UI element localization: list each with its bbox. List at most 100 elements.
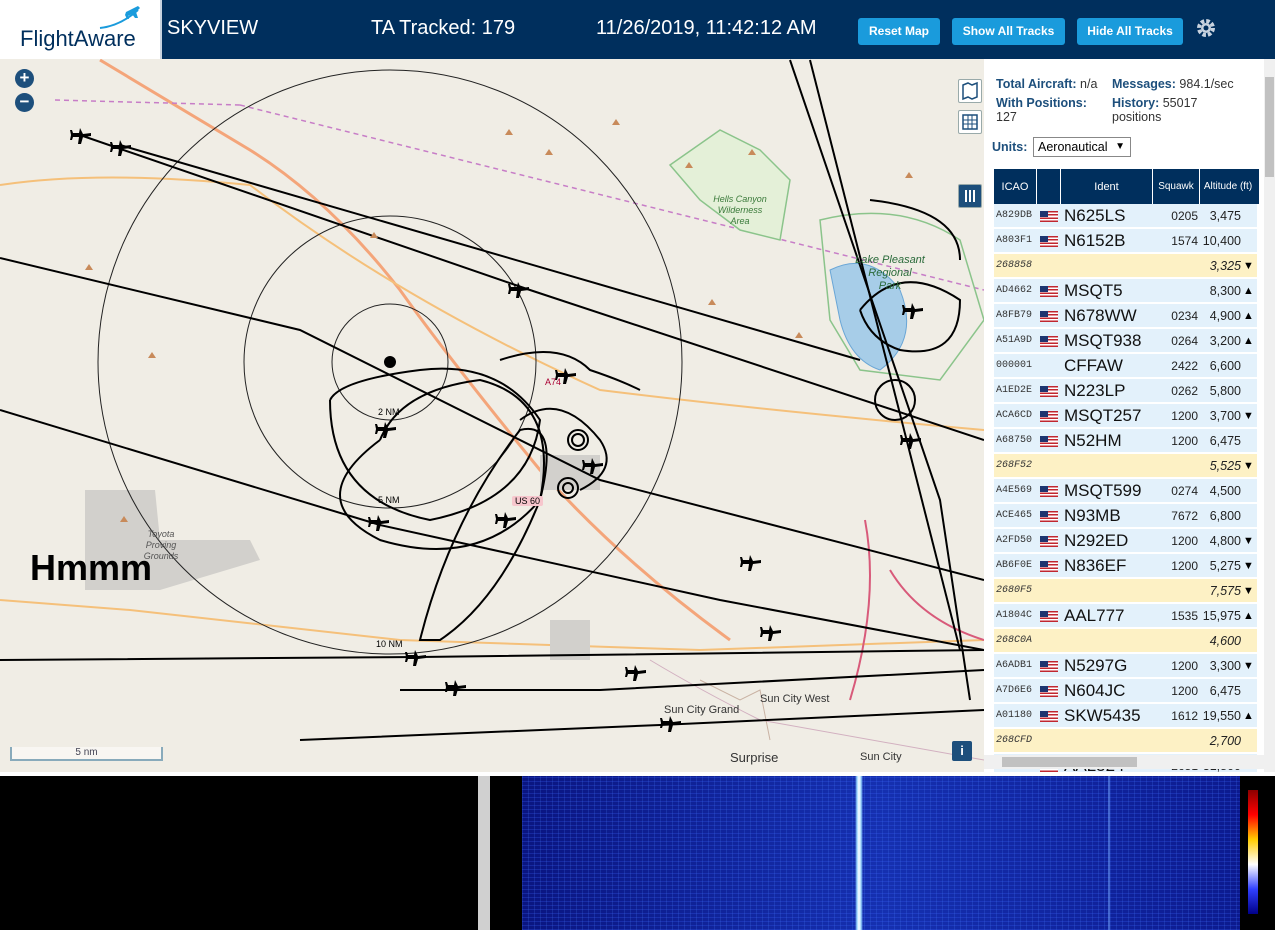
us60-shield: US 60 (512, 496, 544, 506)
table-row[interactable]: A8FB79 N678WW 0234 4,900 ▲ (994, 304, 1257, 328)
horizontal-scroll-thumb[interactable] (1002, 757, 1137, 767)
altitude-cell: 3,200 (1209, 334, 1241, 348)
us-flag-icon (1040, 661, 1058, 672)
icao-cell: 2680F5 (996, 585, 1033, 596)
altitude-cell: 2,700 (1209, 734, 1241, 748)
ident-cell: N625LS (1064, 206, 1126, 225)
map-layers-button[interactable] (958, 79, 982, 103)
table-row[interactable]: AD4662 MSQT5 8,300 ▲ (994, 279, 1257, 303)
table-row[interactable]: ACA6CD MSQT257 1200 3,700 ▼ (994, 404, 1257, 428)
table-row[interactable]: AB6F0E N836EF 1200 5,275 ▼ (994, 554, 1257, 578)
ident-cell: MSQT257 (1064, 406, 1142, 425)
col-header-squawk[interactable]: Squawk (1153, 169, 1200, 204)
altitude-trend-icon: ▲ (1243, 310, 1254, 322)
ring-label-5nm: 5 NM (378, 495, 400, 505)
zoom-in-button[interactable]: + (15, 69, 34, 88)
plane-logo-icon (99, 6, 140, 29)
table-row[interactable]: A2FD50 N292ED 1200 4,800 ▼ (994, 529, 1257, 553)
altitude-cell: 6,475 (1209, 684, 1241, 698)
show-all-tracks-button[interactable]: Show All Tracks (952, 18, 1065, 45)
ident-cell: N52HM (1064, 431, 1122, 450)
total-aircraft-stat: Total Aircraft: n/a (996, 77, 1098, 91)
flightaware-logo[interactable]: FlightAware (0, 0, 162, 59)
squawk-cell: 1200 (1171, 434, 1198, 448)
icao-cell: A1ED2E (996, 385, 1033, 396)
datetime: 11/26/2019, 11:42:12 AM (596, 17, 817, 39)
waterfall-signal (855, 776, 863, 930)
ring-label-10nm: 10 NM (376, 639, 403, 649)
ident-cell: N6152B (1064, 231, 1126, 250)
table-row[interactable]: 268CFD 2,700 (994, 729, 1257, 753)
zoom-out-button[interactable]: − (15, 93, 34, 112)
altitude-cell: 4,500 (1209, 484, 1241, 498)
altitude-trend-icon: ▼ (1243, 460, 1254, 472)
table-row[interactable]: A1ED2E N223LP 0262 5,800 (994, 379, 1257, 403)
squawk-cell: 1200 (1171, 684, 1198, 698)
col-header-altitude[interactable]: Altitude (ft) (1200, 169, 1257, 204)
squawk-cell: 1535 (1171, 609, 1198, 623)
us-flag-icon (1040, 611, 1058, 622)
waterfall-spur (1108, 776, 1110, 930)
us-flag-icon (1040, 236, 1058, 247)
table-row[interactable]: A4E569 MSQT599 0274 4,500 (994, 479, 1257, 503)
units-label: Units: (992, 140, 1028, 154)
altitude-cell: 3,300 (1209, 659, 1241, 673)
hells-canyon-label: Hells Canyon Wilderness Area (713, 194, 767, 226)
table-row[interactable]: 2680F5 7,575 ▼ (994, 579, 1257, 603)
ident-cell: N678WW (1064, 306, 1137, 325)
surprise-label: Surprise (730, 750, 779, 765)
altitude-cell: 6,600 (1209, 359, 1241, 373)
table-row[interactable]: A01180 SKW5435 1612 19,550 ▲ (994, 704, 1257, 728)
ident-cell: AAL777 (1064, 606, 1125, 625)
squawk-cell: 1200 (1171, 409, 1198, 423)
col-header-ident[interactable]: Ident (1061, 169, 1153, 204)
table-header-edge (1253, 169, 1259, 204)
icao-cell: ACA6CD (996, 410, 1033, 421)
squawk-cell: 0205 (1171, 209, 1198, 223)
spectrum-splitter[interactable] (478, 776, 490, 930)
table-row[interactable]: A51A9D MSQT938 0264 3,200 ▲ (994, 329, 1257, 353)
table-row[interactable]: A1804C AAL777 1535 15,975 ▲ (994, 604, 1257, 628)
panel-toggle-button[interactable] (958, 184, 982, 208)
us-flag-icon (1040, 336, 1058, 347)
units-select[interactable]: Aeronautical ▼ (1033, 137, 1131, 157)
squawk-cell: 2422 (1171, 359, 1198, 373)
table-row[interactable]: 268C0A 4,600 (994, 629, 1257, 653)
table-row[interactable]: A68750 N52HM 1200 6,475 (994, 429, 1257, 453)
squawk-cell: 0262 (1171, 384, 1198, 398)
altitude-trend-icon: ▲ (1243, 710, 1254, 722)
squawk-cell: 1200 (1171, 559, 1198, 573)
map-view[interactable]: + − Hmmm 2 NM 5 NM 10 NM Hells Canyon Wil… (0, 59, 984, 772)
vertical-scroll-thumb[interactable] (1265, 77, 1274, 177)
table-row[interactable]: 268F52 5,525 ▼ (994, 454, 1257, 478)
table-row[interactable]: A829DB N625LS 0205 3,475 (994, 204, 1257, 228)
sun-city-west-label: Sun City West (760, 693, 830, 705)
table-row[interactable]: 268858 3,325 ▼ (994, 254, 1257, 278)
waterfall-display (522, 776, 1240, 930)
altitude-trend-icon: ▲ (1243, 335, 1254, 347)
columns-icon (965, 190, 975, 202)
reset-map-button[interactable]: Reset Map (858, 18, 940, 45)
table-row[interactable]: A803F1 N6152B 1574 10,400 (994, 229, 1257, 253)
icao-cell: 268858 (996, 260, 1033, 271)
col-header-flag[interactable] (1037, 169, 1061, 204)
us-flag-icon (1040, 411, 1058, 422)
table-row[interactable]: ACE465 N93MB 7672 6,800 (994, 504, 1257, 528)
map-canvas (0, 59, 984, 761)
altitude-cell: 4,600 (1209, 634, 1241, 648)
ident-cell: N604JC (1064, 681, 1126, 700)
hide-all-tracks-button[interactable]: Hide All Tracks (1077, 18, 1183, 45)
us-flag-icon (1040, 211, 1058, 222)
altitude-trend-icon: ▼ (1243, 560, 1254, 572)
table-row[interactable]: 000001 CFFAW 2422 6,600 (994, 354, 1257, 378)
col-header-icao[interactable]: ICAO (994, 169, 1037, 204)
messages-stat: Messages: 984.1/sec (1112, 77, 1234, 91)
ident-cell: MSQT599 (1064, 481, 1142, 500)
table-row[interactable]: A6ADB1 N5297G 1200 3,300 ▼ (994, 654, 1257, 678)
gear-icon[interactable] (1194, 16, 1218, 40)
range-grid-button[interactable] (958, 110, 982, 134)
table-row[interactable]: A7D6E6 N604JC 1200 6,475 (994, 679, 1257, 703)
map-info-button[interactable]: i (952, 741, 972, 761)
altitude-trend-icon: ▼ (1243, 260, 1254, 272)
aircraft-panel: Total Aircraft: n/a Messages: 984.1/sec … (984, 59, 1275, 772)
